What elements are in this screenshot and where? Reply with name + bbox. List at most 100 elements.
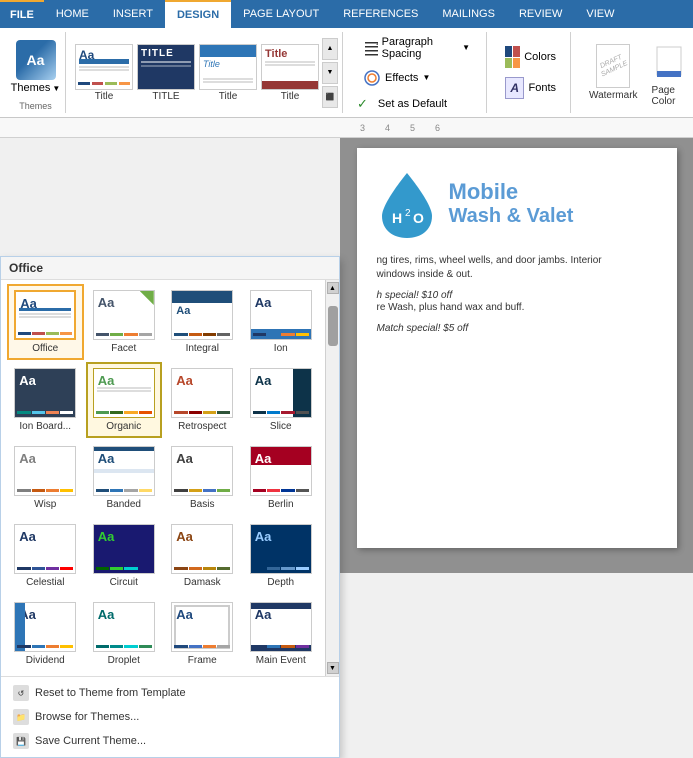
ruler: 3 4 5 6 [0,118,693,138]
paragraph-spacing-icon [363,39,378,57]
save-theme-label: Save Current Theme... [35,735,146,747]
theme-facet[interactable]: Aa Facet [86,284,163,360]
theme-dividend[interactable]: Aa Dividend [7,596,84,672]
themes-scroll-up[interactable]: ▲ [322,38,338,60]
browse-themes-btn[interactable]: 📁 Browse for Themes... [1,705,339,729]
tab-review[interactable]: REVIEW [507,0,574,28]
themes-panel-scrollbar: ▲ ▼ [325,280,339,676]
checkmark-icon: ✓ [357,96,368,112]
theme-slice[interactable]: Aa Slice [243,362,320,438]
document-logo: H 2 O Mobile Wash & Valet [377,168,657,238]
fonts-label: Fonts [528,82,556,94]
document-title-block: Mobile Wash & Valet [449,179,574,228]
theme-dividend-label: Dividend [26,655,65,666]
paragraph-spacing-btn[interactable]: Paragraph Spacing ▼ [357,33,476,63]
themes-panel-title: Office [9,261,43,275]
tab-home[interactable]: HOME [44,0,101,28]
tab-page-layout[interactable]: PAGE LAYOUT [231,0,331,28]
tab-file[interactable]: FILE [0,0,44,28]
watermark-btn[interactable]: DRAFTSAMPLE Watermark [585,40,642,105]
theme-retrospect[interactable]: Aa Retrospect [164,362,241,438]
themes-panel-content: Aa [1,280,325,676]
svg-text:2: 2 [405,208,411,219]
theme-retrospect-label: Retrospect [178,421,226,432]
tab-design[interactable]: DESIGN [165,0,231,28]
set-as-default-btn[interactable]: Set as Default [372,95,453,113]
save-theme-btn[interactable]: 💾 Save Current Theme... [1,729,339,753]
theme-damask-label: Damask [184,577,221,588]
document-body-2: windows inside & out. [377,268,657,282]
theme-office-label: Office [32,343,58,354]
themes-scroll-down[interactable]: ▼ [322,62,338,84]
browse-themes-label: Browse for Themes... [35,711,139,723]
theme-basis-label: Basis [190,499,214,510]
save-theme-icon: 💾 [13,733,29,749]
theme-wisp[interactable]: Aa Wisp [7,440,84,516]
effects-icon [363,69,381,87]
tab-insert[interactable]: INSERT [101,0,165,28]
themes-button[interactable]: Aa Themes ▼ [3,32,69,102]
theme-office[interactable]: Aa [7,284,84,360]
document-page: H 2 O Mobile Wash & Valet ng tires, rims… [357,148,677,548]
theme-ion-label: Ion [274,343,288,354]
colors-label: Colors [524,51,556,63]
main-area: Office Aa [0,138,693,573]
theme-slice-label: Slice [270,421,292,432]
theme-damask[interactable]: Aa Damask [164,518,241,594]
theme-banded[interactable]: Aa Banded [86,440,163,516]
theme-celestial[interactable]: Aa Celestial [7,518,84,594]
fonts-btn[interactable]: A Fonts [499,74,562,102]
tab-references[interactable]: REFERENCES [331,0,430,28]
colors-fonts-group: Colors A Fonts [491,32,571,113]
reset-theme-btn[interactable]: ↺ Reset to Theme from Template [1,681,339,705]
doc-theme-3[interactable]: Title Title [198,38,258,108]
theme-organic[interactable]: Aa Organic [86,362,163,438]
svg-text:O: O [413,210,424,226]
theme-depth[interactable]: Aa Depth [243,518,320,594]
doc-theme-1[interactable]: Aa [74,38,134,108]
theme-ion[interactable]: Aa Ion [243,284,320,360]
theme-frame-label: Frame [188,655,217,666]
theme-circuit[interactable]: Aa Circuit [86,518,163,594]
tab-mailings[interactable]: MAILINGS [430,0,507,28]
theme-berlin[interactable]: Aa Berlin [243,440,320,516]
tab-view[interactable]: VIEW [574,0,626,28]
themes-dropdown-panel: Office Aa [0,256,340,758]
themes-label: Themes [11,82,51,94]
document-special-3: Match special! $5 off [377,323,657,334]
document-special-2: re Wash, plus hand wax and buff. [377,301,657,315]
set-as-default-row: ✓ Set as Default [357,95,476,113]
theme-main-event[interactable]: Aa Main Event [243,596,320,672]
scroll-thumb[interactable] [328,306,338,346]
colors-icon [505,46,520,68]
doc-theme-2[interactable]: TITLE TITLE [136,38,196,108]
effects-btn[interactable]: Effects ▼ [357,66,476,90]
theme-frame[interactable]: Aa Frame [164,596,241,672]
theme-berlin-label: Berlin [268,499,294,510]
theme-main-event-label: Main Event [256,655,306,666]
themes-expand[interactable]: ⬛ [322,86,338,108]
reset-theme-label: Reset to Theme from Template [35,687,186,699]
theme-ion-board[interactable]: Aa Ion Board... [7,362,84,438]
theme-integral[interactable]: Aa Integral [164,284,241,360]
themes-panel-scroll-area: Aa [1,280,339,676]
page-color-btn[interactable]: Page Color [648,35,690,111]
document-themes-section: Aa [70,32,343,113]
effects-label: Effects [385,72,418,84]
ribbon-body: Aa Themes ▼ Themes Aa [0,28,693,118]
droplet-logo-icon: H 2 O [377,168,437,238]
theme-wisp-label: Wisp [34,499,56,510]
doc-theme-4[interactable]: Title Title [260,38,320,108]
scroll-up-arrow[interactable]: ▲ [327,282,339,294]
theme-ion-board-label: Ion Board... [19,421,71,432]
theme-droplet[interactable]: Aa Droplet [86,596,163,672]
reset-theme-icon: ↺ [13,685,29,701]
paragraph-spacing-label: Paragraph Spacing [382,36,458,60]
themes-panel-footer: ↺ Reset to Theme from Template 📁 Browse … [1,676,339,757]
theme-basis[interactable]: Aa Basis [164,440,241,516]
colors-btn[interactable]: Colors [499,43,562,71]
themes-group-label: Themes [19,101,52,111]
document-special-1: h special! $10 off [377,290,657,301]
scroll-down-arrow[interactable]: ▼ [327,662,339,674]
document-title-line1: Mobile [449,179,574,205]
